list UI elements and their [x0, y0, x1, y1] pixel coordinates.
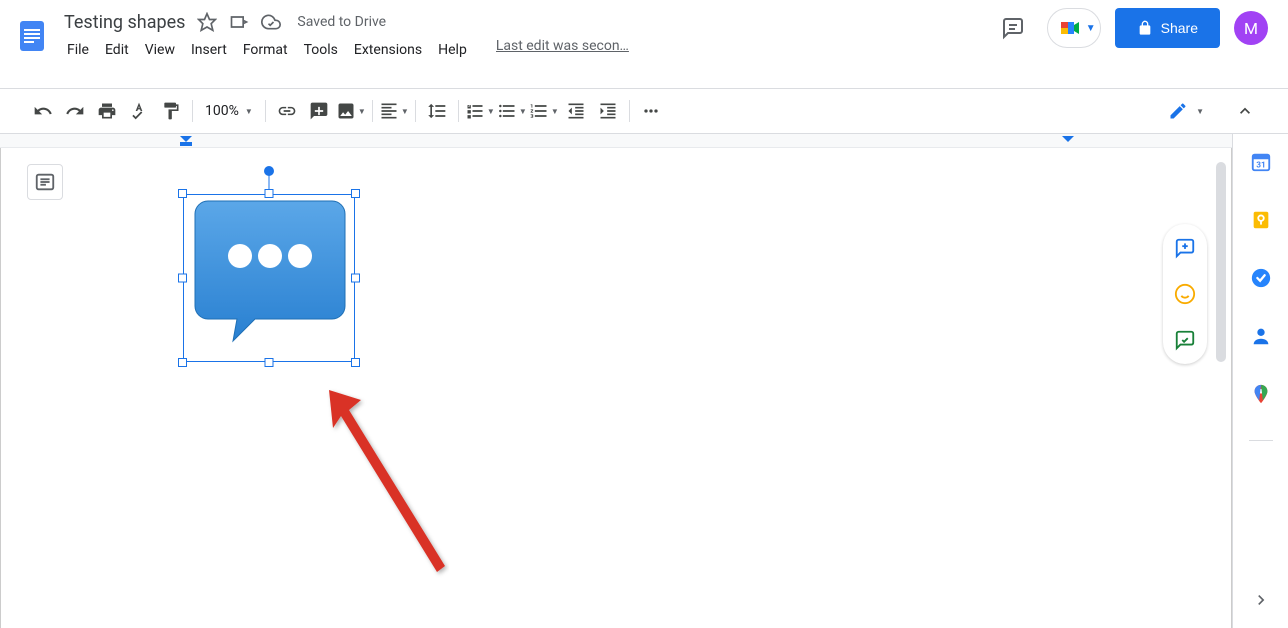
menu-format[interactable]: Format [236, 38, 295, 62]
menu-view[interactable]: View [138, 38, 182, 62]
calendar-app-icon[interactable]: 31 [1249, 150, 1273, 174]
chevron-down-icon: ▼ [1196, 107, 1204, 116]
left-indent-marker[interactable] [180, 136, 192, 148]
meet-icon [1058, 16, 1082, 40]
document-area[interactable] [0, 134, 1232, 628]
chevron-down-icon: ▼ [519, 107, 527, 116]
comment-history-icon[interactable] [993, 8, 1033, 48]
separator [372, 100, 373, 122]
share-button[interactable]: Share [1115, 8, 1220, 48]
zoom-value: 100% [205, 103, 239, 119]
more-tools-button[interactable] [636, 96, 666, 126]
last-edit-link[interactable]: Last edit was secon… [496, 38, 629, 62]
canvas[interactable] [0, 148, 1232, 628]
resize-handle-mr[interactable] [351, 274, 360, 283]
resize-handle-tl[interactable] [178, 189, 187, 198]
bullet-list-button[interactable]: ▼ [497, 96, 527, 126]
menu-help[interactable]: Help [431, 38, 474, 62]
keep-app-icon[interactable] [1249, 208, 1273, 232]
ruler[interactable] [0, 134, 1232, 148]
menubar: File Edit View Insert Format Tools Exten… [60, 38, 993, 62]
increase-indent-button[interactable] [593, 96, 623, 126]
undo-button[interactable] [28, 96, 58, 126]
menu-insert[interactable]: Insert [184, 38, 234, 62]
content-area: 31 [0, 134, 1288, 628]
maps-app-icon[interactable] [1249, 382, 1273, 406]
chevron-down-icon: ▼ [401, 107, 409, 116]
menu-edit[interactable]: Edit [98, 38, 136, 62]
add-comment-floating[interactable] [1173, 236, 1197, 260]
resize-handle-br[interactable] [351, 358, 360, 367]
separator [192, 100, 193, 122]
save-status: Saved to Drive [297, 14, 386, 30]
resize-handle-tm[interactable] [265, 189, 274, 198]
selected-shape[interactable] [183, 194, 355, 362]
resize-handle-bm[interactable] [265, 358, 274, 367]
chevron-down-icon: ▼ [358, 107, 366, 116]
resize-handle-tr[interactable] [351, 189, 360, 198]
svg-text:31: 31 [1256, 161, 1265, 171]
side-panel: 31 [1232, 134, 1288, 628]
cloud-icon[interactable] [257, 8, 285, 36]
menu-tools[interactable]: Tools [297, 38, 345, 62]
redo-button[interactable] [60, 96, 90, 126]
paint-format-button[interactable] [156, 96, 186, 126]
chat-bubble-shape[interactable] [193, 196, 347, 346]
menu-file[interactable]: File [60, 38, 96, 62]
title-area: Testing shapes Saved to Drive File Edit … [60, 8, 993, 62]
line-spacing-button[interactable] [422, 96, 452, 126]
menu-extensions[interactable]: Extensions [347, 38, 429, 62]
emoji-floating[interactable] [1173, 282, 1197, 306]
suggest-floating[interactable] [1173, 328, 1197, 352]
show-side-panel-button[interactable] [1247, 586, 1275, 614]
separator [415, 100, 416, 122]
floating-toolbar [1163, 224, 1207, 364]
spellcheck-button[interactable] [124, 96, 154, 126]
header: Testing shapes Saved to Drive File Edit … [0, 0, 1288, 88]
separator [458, 100, 459, 122]
pencil-icon [1168, 101, 1188, 121]
resize-handle-bl[interactable] [178, 358, 187, 367]
docs-logo[interactable] [12, 8, 52, 62]
separator [265, 100, 266, 122]
insert-link-button[interactable] [272, 96, 302, 126]
tasks-app-icon[interactable] [1249, 266, 1273, 290]
separator [629, 100, 630, 122]
right-indent-marker[interactable] [1062, 136, 1074, 148]
chevron-down-icon: ▼ [487, 107, 495, 116]
editing-mode-button[interactable]: ▼ [1158, 97, 1214, 125]
resize-handle-ml[interactable] [178, 274, 187, 283]
zoom-dropdown[interactable]: 100% ▼ [199, 103, 259, 119]
toolbar: 100% ▼ ▼ ▼ ▼ ▼ ▼ ▼ [0, 88, 1288, 134]
share-label: Share [1161, 20, 1198, 36]
title-row: Testing shapes Saved to Drive [60, 8, 993, 36]
chevron-down-icon: ▼ [1086, 23, 1096, 34]
star-icon[interactable] [193, 8, 221, 36]
print-button[interactable] [92, 96, 122, 126]
avatar[interactable]: M [1234, 11, 1268, 45]
insert-image-button[interactable]: ▼ [336, 96, 366, 126]
move-icon[interactable] [225, 8, 253, 36]
scrollbar[interactable] [1216, 162, 1226, 362]
collapse-toolbar-button[interactable] [1230, 96, 1260, 126]
document-outline-button[interactable] [27, 164, 63, 200]
add-comment-button[interactable] [304, 96, 334, 126]
checklist-button[interactable]: ▼ [465, 96, 495, 126]
annotation-arrow [319, 380, 449, 580]
chevron-down-icon: ▼ [245, 107, 253, 116]
side-divider [1249, 440, 1273, 441]
chevron-down-icon: ▼ [551, 107, 559, 116]
contacts-app-icon[interactable] [1249, 324, 1273, 348]
document-title[interactable]: Testing shapes [60, 10, 189, 35]
numbered-list-button[interactable]: ▼ [529, 96, 559, 126]
rotation-handle[interactable] [264, 166, 274, 176]
header-right: ▼ Share M [993, 8, 1276, 48]
meet-button[interactable]: ▼ [1047, 8, 1101, 48]
decrease-indent-button[interactable] [561, 96, 591, 126]
lock-icon [1137, 20, 1153, 36]
align-button[interactable]: ▼ [379, 96, 409, 126]
